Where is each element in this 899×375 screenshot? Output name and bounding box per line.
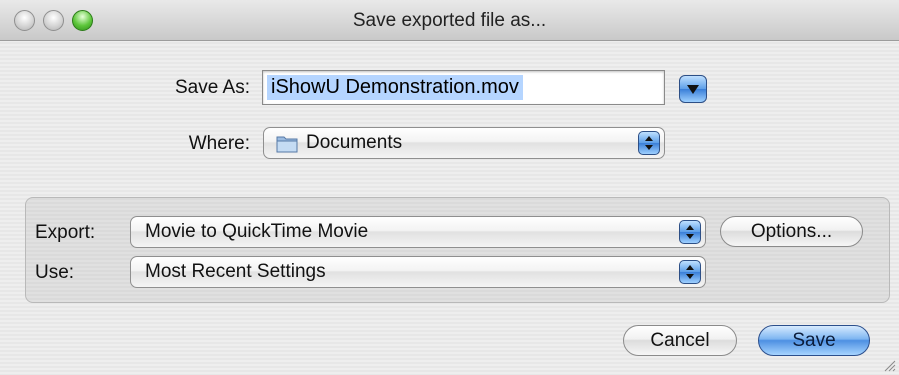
window-title: Save exported file as...	[352, 10, 547, 31]
use-settings-popup[interactable]: Most Recent Settings	[130, 256, 706, 288]
save-as-label: Save As:	[175, 77, 250, 98]
where-label: Where:	[188, 133, 250, 154]
use-label: Use:	[35, 262, 75, 283]
cancel-button[interactable]: Cancel	[623, 325, 737, 356]
popup-arrows-icon	[638, 131, 660, 155]
folder-icon	[276, 136, 298, 153]
save-dialog-window: Save exported file as... Save As: iShowU…	[0, 0, 899, 375]
export-format-popup[interactable]: Movie to QuickTime Movie	[130, 216, 706, 248]
save-button[interactable]: Save	[758, 325, 870, 356]
popup-arrows-icon	[679, 220, 701, 244]
where-location-value: Documents	[306, 132, 403, 153]
title-bar: Save exported file as...	[0, 0, 899, 41]
where-location-popup[interactable]: Documents	[263, 127, 665, 159]
filename-selected-text: iShowU Demonstration.mov	[267, 75, 523, 100]
popup-arrows-icon	[679, 260, 701, 284]
save-as-filename-field[interactable]: iShowU Demonstration.mov	[262, 70, 665, 105]
expand-dialog-button[interactable]	[679, 75, 707, 103]
export-label: Export:	[35, 222, 96, 243]
options-button[interactable]: Options...	[720, 216, 863, 247]
chevron-down-icon	[687, 85, 699, 94]
export-format-value: Movie to QuickTime Movie	[145, 221, 369, 242]
use-settings-value: Most Recent Settings	[145, 261, 326, 282]
resize-grip-icon[interactable]	[882, 358, 896, 372]
